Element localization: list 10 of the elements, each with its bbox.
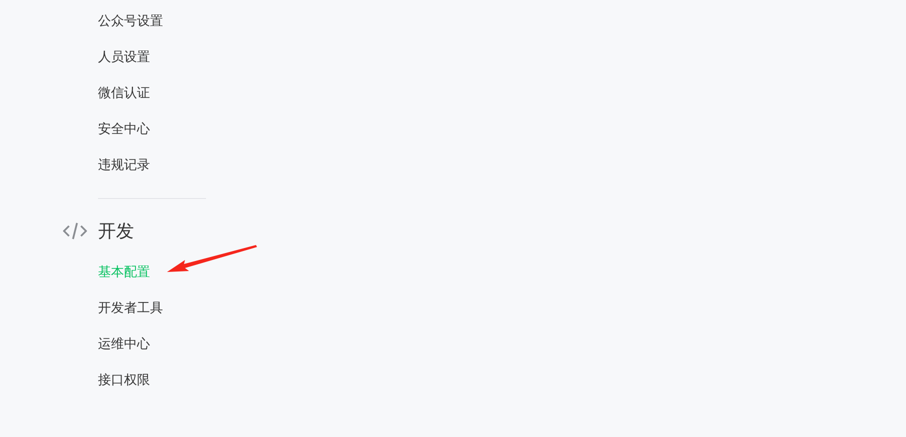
code-icon	[63, 222, 87, 240]
menu-item[interactable]: 运维中心	[98, 327, 150, 363]
menu-item[interactable]: 公众号设置	[98, 4, 163, 40]
menu-item[interactable]: 人员设置	[98, 40, 150, 76]
section-title: 开发	[98, 220, 134, 243]
menu-item[interactable]: 违规记录	[98, 148, 150, 184]
menu-item[interactable]: 微信认证	[98, 76, 150, 112]
menu-item[interactable]: 接口权限	[98, 363, 150, 399]
menu-item[interactable]: 开发者工具	[98, 291, 163, 327]
menu-item[interactable]: 安全中心	[98, 112, 150, 148]
